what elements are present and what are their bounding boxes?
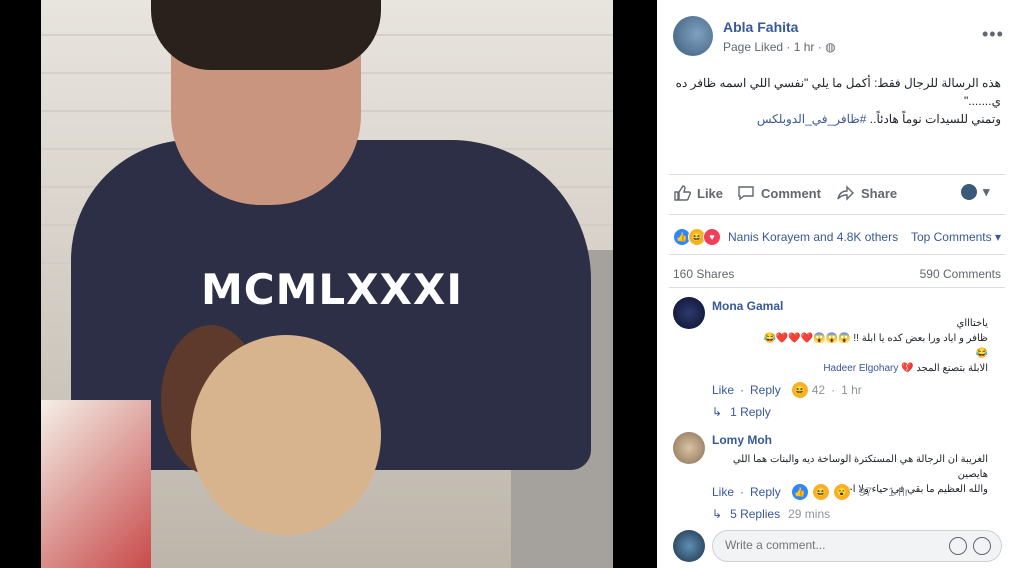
comment-input[interactable] <box>723 537 947 553</box>
like-label: Like <box>697 185 724 201</box>
post-text: هذه الرسالة للرجال فقط: أكمل ما يلي "نفس… <box>673 74 1001 128</box>
replies-time: 29 mins <box>788 507 831 521</box>
reply-arrow-icon: ↳ <box>712 405 723 419</box>
love-reaction-icon: ♥ <box>703 228 721 246</box>
hashtag-link[interactable]: #ظافر_في_الدوبلكس <box>757 112 867 126</box>
doll-head <box>191 335 381 535</box>
author-name[interactable]: Abla Fahita <box>723 19 798 35</box>
comment-like-button[interactable]: Like <box>712 485 734 499</box>
avatar <box>673 530 705 562</box>
comment-time[interactable]: 1 hr <box>841 383 862 397</box>
divider <box>669 214 1005 215</box>
comment-icon <box>738 186 754 201</box>
reactions-text[interactable]: Nanis Korayem and 4.8K others <box>728 230 898 244</box>
comment-label: Comment <box>761 185 821 201</box>
like-reaction-icon: 👍 <box>790 483 809 501</box>
divider <box>669 174 1005 175</box>
replies-label: 1 Reply <box>730 405 771 419</box>
comment-reply-button[interactable]: Reply <box>750 485 781 499</box>
man-hair <box>151 0 381 70</box>
globe-icon: ◍ <box>825 40 836 54</box>
post-meta: Page Liked · 1 hr · ◍ <box>723 40 836 54</box>
post-meta-text: Page Liked · 1 hr · <box>723 40 826 54</box>
page-avatar-small <box>961 184 977 200</box>
pillow <box>41 400 151 568</box>
shirt-text: MCMLXXXI <box>201 265 463 314</box>
comment-line: الغريبة ان الرجالة هي المستكترة الوساخة … <box>732 454 988 480</box>
avatar[interactable] <box>673 297 705 329</box>
comments-count[interactable]: 590 Comments <box>920 267 1001 281</box>
comment-line: ظافر و اياد ورا بعض كده يا ابلة !! 😱😱😱❤️… <box>763 333 988 344</box>
comment-text: ياختاااي ظافر و اياد ورا بعض كده يا ابلة… <box>712 316 988 376</box>
comment-actions: Like · Reply 👍 😆 😮 97 · 1 hr <box>712 483 909 501</box>
like-button[interactable]: Like <box>673 184 723 202</box>
page-avatar[interactable] <box>673 16 713 56</box>
comment-line: الابلة بتصنع المجد 💔 Hadeer Elgohary <box>712 361 988 376</box>
post-photo[interactable]: MCMLXXXI <box>0 0 657 568</box>
page-selector-button[interactable]: ▾ <box>961 184 990 200</box>
haha-reaction-icon: 😆 <box>811 483 830 501</box>
shares-count[interactable]: 160 Shares <box>673 267 734 281</box>
tagged-user[interactable]: Hadeer Elgohary <box>823 363 898 374</box>
sticker-icon[interactable] <box>973 537 991 555</box>
reactions-summary[interactable]: 👍 😆 ♥ Nanis Korayem and 4.8K others <box>673 228 898 246</box>
share-icon <box>837 185 854 201</box>
avatar[interactable] <box>673 432 705 464</box>
comment-line: ياختاااي <box>956 318 988 329</box>
comment-like-button[interactable]: Like <box>712 383 734 397</box>
view-replies-link[interactable]: ↳ 5 Replies 29 mins <box>712 507 830 521</box>
caret-down-icon: ▾ <box>983 184 990 199</box>
photo-image: MCMLXXXI <box>41 0 613 568</box>
haha-reaction-icon: 😆 <box>790 381 809 399</box>
divider <box>669 254 1005 255</box>
replies-label: 5 Replies <box>730 507 781 521</box>
comment-reply-button[interactable]: Reply <box>750 383 781 397</box>
share-button[interactable]: Share <box>837 184 897 202</box>
comment-line: 😂 <box>975 348 988 359</box>
action-bar: Like Comment Share ▾ <box>669 184 1005 208</box>
post-text-line2-text: وتمني للسيدات نوماً هادئاً.. <box>866 112 1001 126</box>
comment-composer[interactable] <box>712 530 1002 562</box>
wow-reaction-icon: 😮 <box>832 483 851 501</box>
reaction-count[interactable]: 97 <box>859 485 872 499</box>
reply-arrow-icon: ↳ <box>712 507 723 521</box>
comment-time[interactable]: 1 hr <box>888 485 909 499</box>
more-options-button[interactable]: ••• <box>982 24 1004 45</box>
view-replies-link[interactable]: ↳ 1 Reply <box>712 405 771 419</box>
commenter-name[interactable]: Lomy Moh <box>712 433 772 447</box>
composer-icons <box>949 537 991 555</box>
emoji-icon[interactable] <box>949 537 967 555</box>
reaction-count[interactable]: 42 <box>812 383 825 397</box>
comment-actions: Like · Reply 😆 42 · 1 hr <box>712 381 862 399</box>
share-label: Share <box>861 185 898 201</box>
commenter-name[interactable]: Mona Gamal <box>712 299 783 313</box>
comment-button[interactable]: Comment <box>737 184 821 202</box>
post-text-line1: هذه الرسالة للرجال فقط: أكمل ما يلي "نفس… <box>675 76 1001 108</box>
comment-line-text: الابلة بتصنع المجد 💔 <box>901 363 988 374</box>
thumbs-up-icon <box>674 185 691 201</box>
post-text-line2: وتمني للسيدات نوماً هادئاً.. #ظافر_في_ال… <box>673 110 1001 128</box>
divider <box>669 287 1005 288</box>
top-comments-dropdown[interactable]: Top Comments ▾ <box>911 230 1001 244</box>
